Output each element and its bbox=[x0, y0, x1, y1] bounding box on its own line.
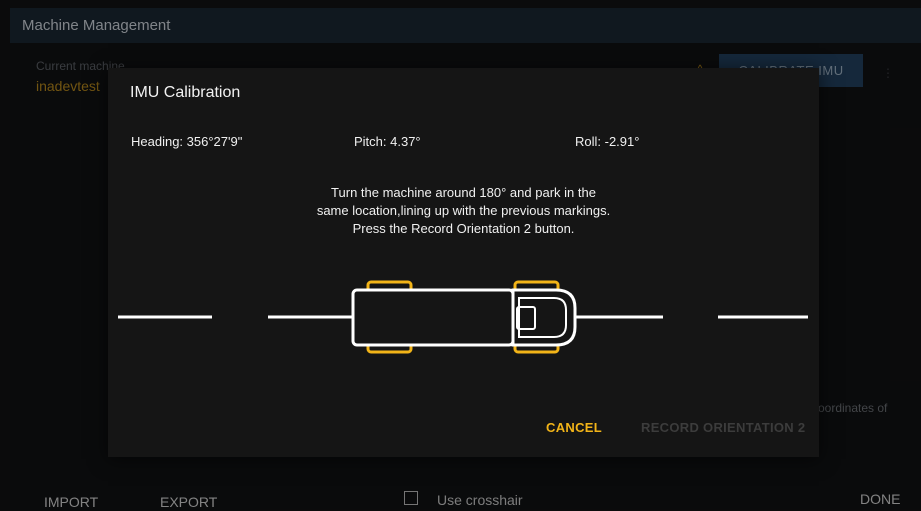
dialog-title: IMU Calibration bbox=[130, 84, 241, 101]
pitch-reading: Pitch: 4.37° bbox=[354, 134, 421, 149]
instruction-line: Press the Record Orientation 2 button. bbox=[352, 221, 575, 236]
machine-management-screen: Machine Management Current machine inade… bbox=[10, 8, 921, 511]
cancel-button[interactable]: CANCEL bbox=[546, 420, 602, 435]
imu-calibration-dialog: IMU Calibration Heading: 356°27'9" Pitch… bbox=[108, 68, 819, 457]
truck-icon bbox=[351, 280, 577, 354]
instruction-line: same location,lining up with the previou… bbox=[316, 203, 611, 218]
instruction-line: Turn the machine around 180° and park in… bbox=[331, 185, 596, 200]
calibration-instructions: Turn the machine around 180° and park in… bbox=[108, 184, 819, 238]
truck-body bbox=[351, 288, 515, 347]
machine-orientation-illustration bbox=[118, 280, 808, 354]
roll-reading: Roll: -2.91° bbox=[575, 134, 640, 149]
record-orientation-2-button[interactable]: RECORD ORIENTATION 2 bbox=[641, 420, 805, 435]
heading-reading: Heading: 356°27'9" bbox=[131, 134, 243, 149]
